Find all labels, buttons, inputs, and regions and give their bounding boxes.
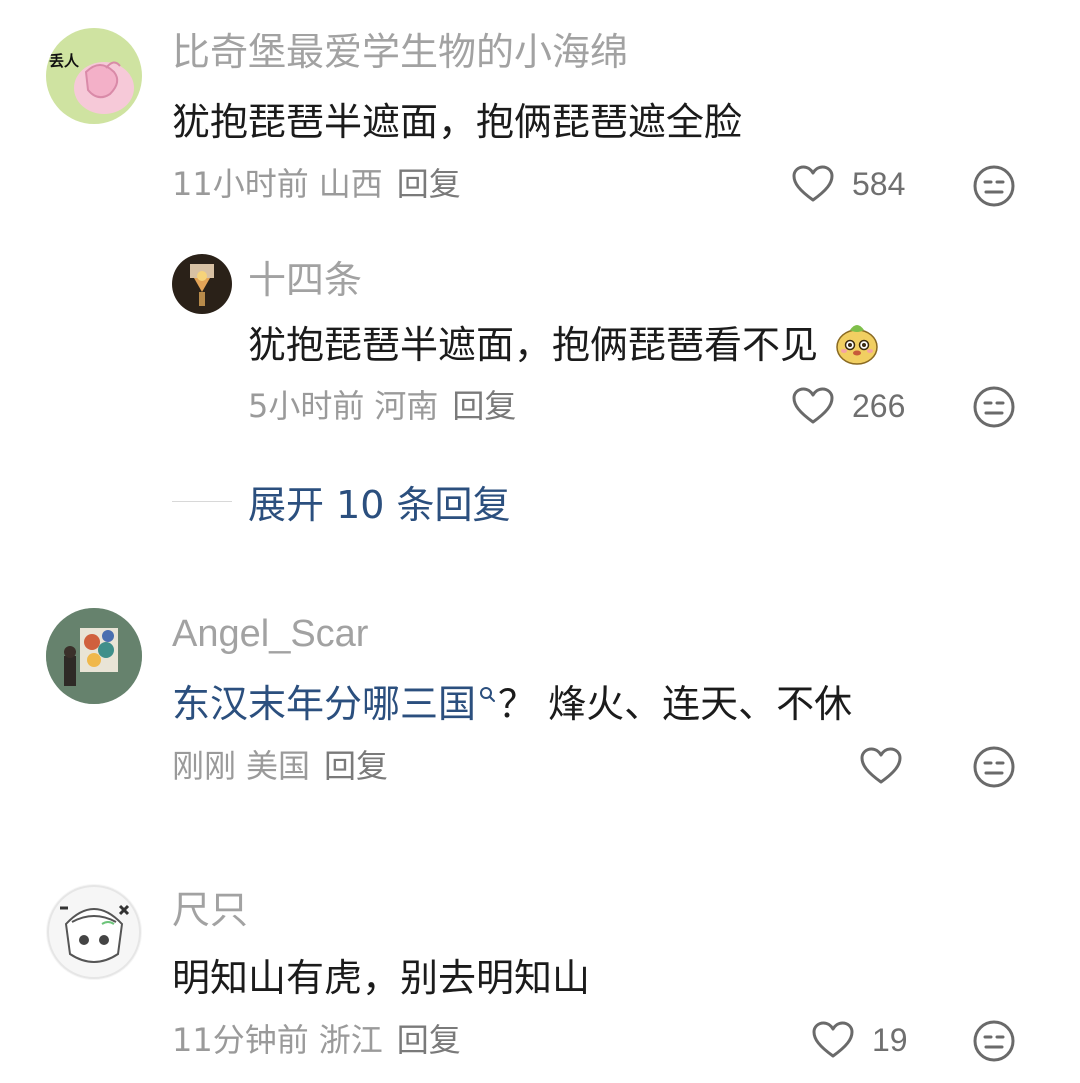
comment-location: 河南 [374, 387, 439, 425]
comment-time: 刚刚 [172, 747, 237, 785]
comment-time: 5小时前 [248, 387, 365, 425]
comment-text-body: 犹抱琵琶半遮面，抱俩琵琶看不见 [248, 323, 819, 367]
divider [172, 500, 232, 502]
expand-replies-label: 展开 10 条回复 [248, 482, 511, 527]
comment-meta: 刚刚 美国 回复 [172, 746, 388, 786]
search-icon[interactable] [478, 685, 498, 705]
comment-time: 11小时前 [172, 165, 309, 203]
comment-location: 山西 [318, 165, 383, 203]
comment-meta: 5小时前 河南 回复 [248, 386, 516, 426]
search-link[interactable]: 东汉末年分哪三国 [172, 682, 476, 726]
reply-button[interactable]: 回复 [397, 164, 461, 204]
heart-outline-icon [860, 747, 902, 784]
like-button[interactable]: 266 [792, 380, 905, 432]
heart-outline-icon [792, 387, 834, 424]
comment-location: 浙江 [318, 1021, 383, 1059]
neutral-face-icon[interactable] [972, 1019, 1016, 1063]
comment-text: 东汉末年分哪三国 ？ 烽火、连天、不休 [172, 680, 852, 728]
heart-outline-icon [812, 1021, 854, 1058]
avatar[interactable] [172, 254, 232, 314]
username[interactable]: 尺只 [172, 886, 248, 934]
like-count: 266 [852, 387, 906, 424]
comment-meta: 11分钟前 浙江 回复 [172, 1020, 461, 1060]
neutral-face-icon[interactable] [972, 164, 1016, 208]
comment-meta: 11小时前 山西 回复 [172, 164, 461, 204]
like-button[interactable]: 584 [792, 158, 905, 210]
reply-button[interactable]: 回复 [324, 746, 388, 786]
like-count: 19 [872, 1021, 908, 1058]
username[interactable]: 比奇堡最爱学生物的小海绵 [172, 28, 628, 76]
comment-location: 美国 [246, 747, 311, 785]
avatar[interactable] [46, 884, 142, 980]
comment-text-rest: ？ 烽火、连天、不休 [498, 682, 853, 726]
like-count: 584 [852, 165, 906, 202]
username[interactable]: Angel_Scar [172, 610, 368, 658]
like-button[interactable] [860, 740, 902, 792]
reply-button[interactable]: 回复 [452, 386, 516, 426]
like-button[interactable]: 19 [812, 1014, 908, 1066]
smiling-sticker-emoji [836, 325, 878, 365]
avatar-badge-text: 丢人 [49, 52, 80, 70]
comment-text: 犹抱琵琶半遮面，抱俩琵琶遮全脸 [172, 100, 743, 144]
avatar[interactable]: 丢人 [46, 28, 142, 124]
comment-time: 11分钟前 [172, 1021, 309, 1059]
expand-replies-button[interactable]: 展开 10 条回复 [172, 475, 511, 527]
comment-text: 明知山有虎，别去明知山 [172, 956, 591, 1000]
reply-button[interactable]: 回复 [397, 1020, 461, 1060]
username[interactable]: 十四条 [248, 256, 362, 304]
avatar[interactable] [46, 608, 142, 704]
neutral-face-icon[interactable] [972, 385, 1016, 429]
heart-outline-icon [792, 165, 834, 202]
comment-text: 犹抱琵琶半遮面，抱俩琵琶看不见 [248, 320, 880, 369]
neutral-face-icon[interactable] [972, 745, 1016, 789]
